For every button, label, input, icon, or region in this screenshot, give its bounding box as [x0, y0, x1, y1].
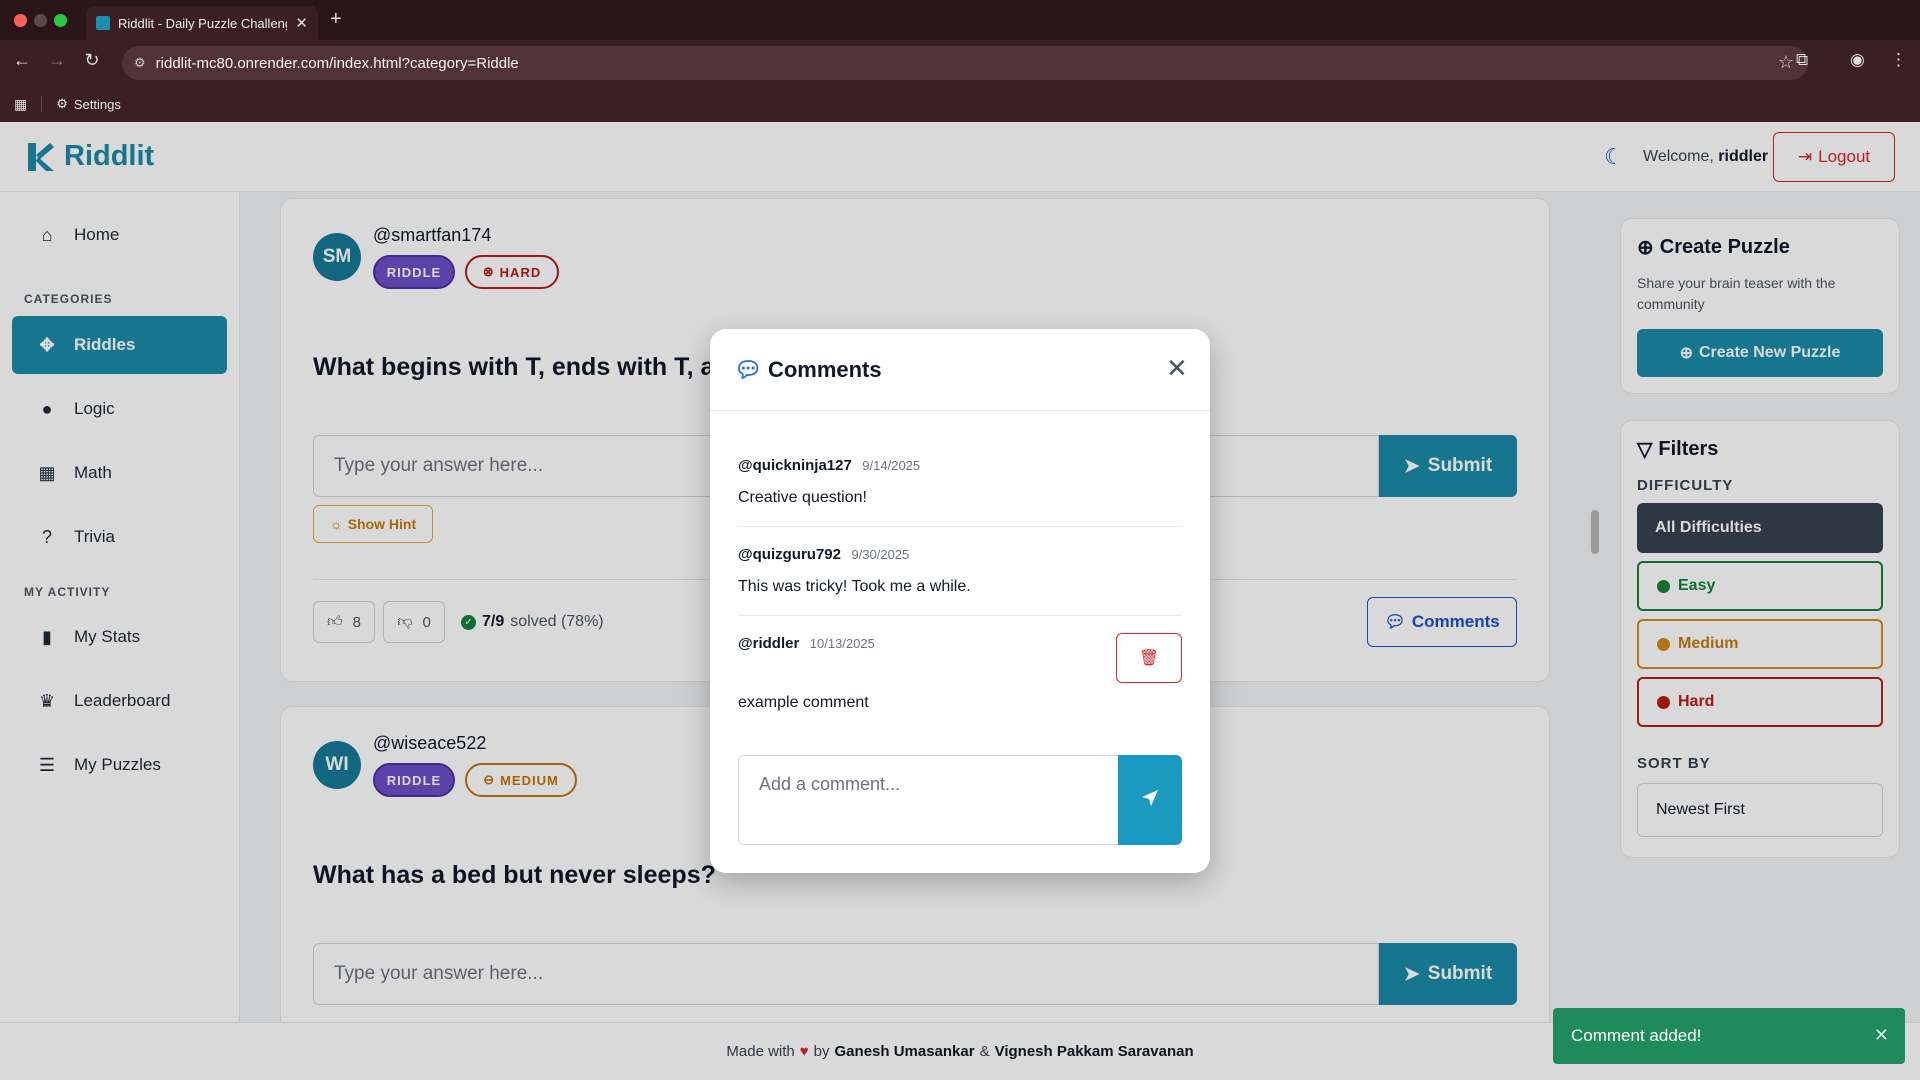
comment-item: @quizguru792 9/30/2025 This was tricky! … [738, 546, 1182, 595]
profile-icon[interactable]: ◉ [1850, 50, 1865, 70]
browser-chrome: Riddlit - Daily Puzzle Challenge ✕ + ← →… [0, 0, 1920, 122]
comment-date: 9/30/2025 [851, 547, 910, 562]
comment-text: This was tricky! Took me a while. [738, 578, 971, 595]
comment-text: example comment [738, 694, 869, 711]
browser-tab[interactable]: Riddlit - Daily Puzzle Challenge ✕ [86, 6, 318, 40]
bookmarks-bar: ▦ ⚙ Settings [0, 88, 1920, 120]
chat-icon: 💬︎ [734, 357, 762, 382]
apps-grid-icon[interactable]: ▦ [14, 96, 27, 113]
modal-header: 💬︎ Comments ✕ [710, 329, 1210, 411]
toast-message: Comment added! [1571, 1026, 1702, 1045]
tab-title: Riddlit - Daily Puzzle Challenge [118, 15, 288, 31]
bookmark-separator [41, 96, 43, 112]
comment-author: @quizguru792 [738, 546, 841, 563]
close-icon[interactable]: ✕ [1166, 353, 1188, 384]
bookmark-star-icon[interactable]: ☆ [1778, 52, 1794, 73]
modal-title: 💬︎ Comments [734, 357, 882, 383]
comment-divider [738, 615, 1182, 616]
comment-date: 10/13/2025 [809, 636, 875, 651]
back-icon[interactable]: ← [10, 50, 34, 71]
close-window-button[interactable] [14, 14, 27, 27]
comment-item: @quickninja127 9/14/2025 Creative questi… [738, 457, 1182, 506]
site-info-icon[interactable]: ⚙ [134, 55, 146, 71]
comment-date: 9/14/2025 [862, 458, 921, 473]
send-icon [1141, 789, 1159, 812]
trash-icon: 🗑︎ [1138, 650, 1160, 667]
minimize-window-button[interactable] [34, 14, 47, 27]
new-tab-icon[interactable]: + [330, 8, 342, 31]
bookmark-label: Settings [73, 96, 121, 112]
browser-toolbar: ← → ↻ ⚙ riddlit-mc80.onrender.com/index.… [0, 40, 1920, 86]
url-text: riddlit-mc80.onrender.com/index.html?cat… [155, 54, 519, 72]
toast-notification: Comment added! ✕ [1553, 1008, 1905, 1064]
tab-bar: Riddlit - Daily Puzzle Challenge ✕ + [0, 0, 1920, 40]
address-bar[interactable]: ⚙ riddlit-mc80.onrender.com/index.html?c… [122, 46, 1808, 80]
forward-icon[interactable]: → [45, 50, 69, 71]
bookmark-settings[interactable]: ⚙ Settings [56, 96, 121, 112]
tab-close-icon[interactable]: ✕ [295, 14, 308, 32]
modal-title-text: Comments [767, 357, 882, 382]
comment-input[interactable]: Add a comment... [738, 755, 1119, 845]
comment-author: @riddler [738, 635, 800, 652]
comment-divider [738, 526, 1182, 527]
favicon-icon [96, 16, 110, 30]
reload-icon[interactable]: ↻ [80, 50, 104, 71]
delete-comment-button[interactable]: 🗑︎ [1116, 633, 1182, 683]
cast-icon[interactable]: ⧉ [1796, 50, 1808, 70]
comments-modal: 💬︎ Comments ✕ @quickninja127 9/14/2025 C… [710, 329, 1210, 873]
close-icon[interactable]: ✕ [1874, 1025, 1889, 1046]
maximize-window-button[interactable] [54, 14, 67, 27]
comment-text: Creative question! [738, 489, 867, 506]
menu-icon[interactable]: ⋮ [1890, 50, 1907, 70]
settings-gear-icon: ⚙ [56, 96, 68, 111]
comment-author: @quickninja127 [738, 457, 852, 474]
send-comment-button[interactable] [1118, 755, 1182, 845]
